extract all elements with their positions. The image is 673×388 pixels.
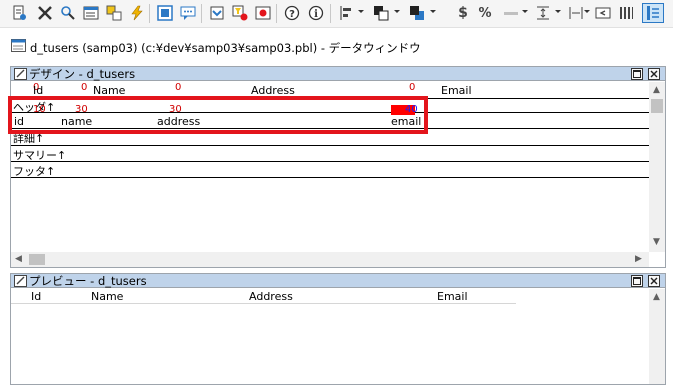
design-icon [14, 68, 27, 83]
grid-select-icon[interactable] [154, 3, 176, 23]
preview-vertical-scrollbar[interactable]: ▲ [649, 289, 665, 384]
preview-panel-header: プレビュー - d_tusers [11, 274, 665, 288]
close-button[interactable] [648, 275, 660, 287]
close-button[interactable] [648, 68, 660, 80]
highlight-rectangle [8, 96, 428, 134]
spacing-h-icon[interactable] [565, 3, 587, 23]
design-panel-title: デザイン - d_tusers [29, 67, 136, 81]
comment-icon[interactable] [177, 3, 199, 23]
scroll-thumb[interactable] [651, 99, 663, 113]
design-horizontal-scrollbar[interactable]: ◀ ▶ [11, 252, 649, 267]
header-tab-order-name: 0 [81, 82, 88, 93]
preview-panel: プレビュー - d_tusers Id Name Address Email ▲ [10, 273, 666, 385]
lightning-icon[interactable] [126, 3, 148, 23]
tools-icon[interactable] [34, 3, 56, 23]
scroll-down-icon[interactable]: ▼ [653, 237, 660, 247]
maximize-button[interactable] [631, 68, 643, 80]
layers-icon[interactable] [103, 3, 125, 23]
scroll-up-icon[interactable]: ▲ [653, 85, 660, 95]
scroll-left-icon[interactable]: ◀ [15, 254, 22, 264]
filter-icon[interactable] [229, 3, 251, 23]
header-label-email[interactable]: Email [441, 84, 472, 97]
scroll-right-icon[interactable]: ▶ [635, 254, 642, 264]
bring-front-icon[interactable] [370, 3, 392, 23]
header-tab-order-email: 0 [409, 82, 416, 93]
svg-text:i: i [314, 9, 318, 20]
datawindow-icon[interactable] [80, 3, 102, 23]
h-scroll-thumb[interactable] [29, 254, 45, 265]
header-tab-order-address: 0 [175, 82, 182, 93]
spacing-icon[interactable] [532, 3, 554, 23]
preview-header-row: Id Name Address Email [11, 289, 516, 304]
properties-icon[interactable] [8, 3, 30, 23]
design-vertical-scrollbar[interactable]: ▲ ▼ [649, 82, 665, 252]
import-icon[interactable] [206, 3, 228, 23]
maximize-button[interactable] [631, 275, 643, 287]
tab-order-icon[interactable] [592, 3, 614, 23]
datawindow-icon [11, 39, 26, 55]
line-icon[interactable] [500, 3, 522, 23]
window-title: d_tusers (samp03) (c:¥dev¥samp03¥samp03.… [30, 41, 421, 55]
svg-text:?: ? [289, 9, 295, 20]
preview-column-email: Email [437, 290, 468, 303]
help-icon[interactable]: ? [281, 3, 303, 23]
search-icon[interactable] [57, 3, 79, 23]
percent-icon[interactable]: % [474, 3, 496, 23]
active-column-icon[interactable] [642, 3, 664, 23]
preview-icon [14, 275, 27, 290]
toolbar: ? i $ % [0, 0, 673, 28]
preview-column-id: Id [31, 290, 42, 303]
currency-icon[interactable]: $ [452, 3, 474, 23]
preview-panel-title: プレビュー - d_tusers [29, 274, 147, 288]
design-panel-header: デザイン - d_tusers [11, 67, 665, 81]
record-icon[interactable] [252, 3, 274, 23]
info-icon[interactable]: i [305, 3, 327, 23]
scroll-up-icon[interactable]: ▲ [653, 292, 660, 302]
align-icon[interactable] [336, 3, 358, 23]
send-back-icon[interactable] [406, 3, 428, 23]
columns-icon[interactable] [615, 3, 637, 23]
preview-column-name: Name [91, 290, 124, 303]
window-title-bar: d_tusers (samp03) (c:¥dev¥samp03¥samp03.… [0, 28, 673, 62]
preview-column-address: Address [249, 290, 293, 303]
app-window: { "window": { "title": "d_tusers (samp03… [0, 0, 673, 388]
